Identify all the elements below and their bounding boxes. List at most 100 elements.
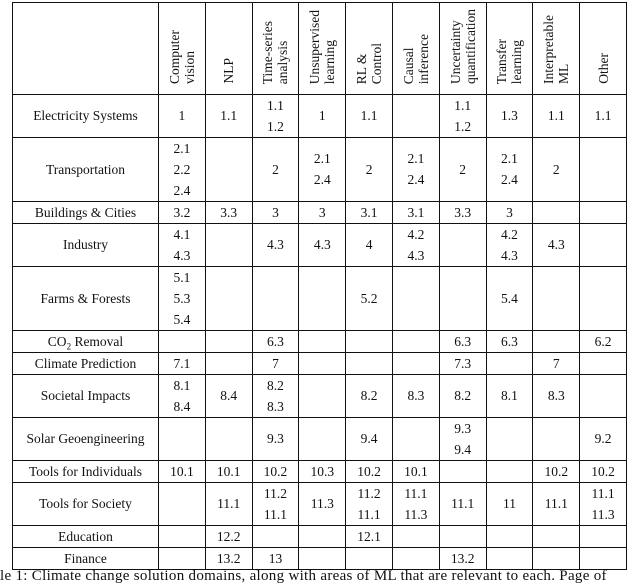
table-row: Climate Prediction 7.1 7 7.3 7 [12, 351, 627, 375]
section-ref-cell [345, 351, 393, 375]
section-ref-cell [438, 459, 487, 483]
section-ref-cell [298, 329, 347, 353]
section-ref-cell: 10.2 [532, 459, 581, 483]
column-header-label: RL & Control [354, 42, 385, 84]
section-ref: 13.2 [216, 550, 241, 566]
section-ref: 6.3 [454, 333, 472, 349]
section-ref-cell: 1.1 [204, 93, 253, 138]
section-ref: 7 [272, 355, 279, 371]
section-ref: 13 [268, 550, 283, 566]
section-ref-cell [485, 524, 534, 548]
section-ref-cell: 2 [345, 136, 393, 202]
section-ref-cell: 13.2 [438, 546, 487, 570]
section-ref-cell [532, 546, 581, 570]
section-ref-cell [579, 373, 627, 418]
section-ref-cell: 10.3 [298, 459, 347, 483]
section-ref-cell: 7.3 [438, 351, 487, 375]
section-ref: 2.1 [501, 151, 518, 167]
section-ref-cell: 7 [532, 351, 581, 375]
section-ref-cell: 7.1 [158, 351, 206, 375]
section-ref: 10.2 [544, 463, 569, 479]
section-ref-cell: 2 [438, 136, 487, 202]
table-row: Industry 4.1 4.3 4.3 4.3 4 4.2 4.3 4.2 4.3 4.3 [12, 222, 627, 267]
section-ref-cell: 9.4 [345, 416, 393, 461]
section-ref-cell: 4 [345, 222, 393, 267]
section-ref-cell: 6.3 [485, 329, 534, 353]
section-ref-cell [391, 93, 440, 138]
section-ref-cell [204, 136, 253, 202]
section-ref-cell [532, 524, 581, 548]
section-ref-cell: 2.1 2.4 [298, 136, 347, 202]
section-ref: 1 [178, 108, 186, 124]
section-ref: 8.3 [547, 388, 565, 404]
section-ref-cell: 11.3 [298, 481, 347, 526]
section-ref-cell [579, 524, 627, 548]
column-header-label: Unsupervised learning [307, 9, 338, 84]
section-ref-cell: 8.1 8.4 [158, 373, 206, 418]
table-row: Electricity Systems 1 1.1 1.1 1.2 1 1.1 1.1 1.2 1… [12, 93, 627, 138]
column-header-label: Computer vision [166, 29, 197, 84]
section-ref-cell [579, 222, 627, 267]
section-ref-cell [345, 546, 393, 570]
section-ref-cell: 11 [485, 481, 534, 526]
section-ref-cell: 1.1 1.2 [251, 93, 300, 138]
section-ref-cell: 10.1 [204, 459, 253, 483]
domain-label: Education [12, 524, 159, 548]
section-ref: 3.1 [407, 204, 425, 220]
section-ref: 11.1 [451, 496, 475, 512]
table-row: Farms & Forests 5.1 5.3 5.4 5.2 5.4 [12, 265, 627, 331]
section-ref-cell: 12.2 [204, 524, 253, 548]
section-ref: 11.1 [217, 496, 241, 512]
section-ref: 4.3 [547, 237, 565, 253]
section-ref-cell: 11.1 11.3 [579, 481, 627, 526]
section-ref-cell: 13 [251, 546, 300, 570]
section-ref-cell: 3 [485, 200, 534, 224]
section-ref-cell: 3.3 [204, 200, 253, 224]
section-ref: 2.1 [407, 151, 425, 167]
section-ref: 11 [502, 496, 516, 512]
section-ref-cell: 10.1 [391, 459, 440, 483]
section-ref: 12.1 [357, 528, 381, 544]
section-ref: 9.3 [454, 420, 472, 436]
section-ref: 12.2 [216, 528, 241, 544]
section-ref-cell: 10.2 [579, 459, 627, 483]
domain-label: CO2 Removal [12, 329, 159, 353]
section-ref: 9.4 [454, 441, 472, 457]
table-caption: le 1: Climate change solution domains, a… [0, 568, 607, 584]
section-ref-cell [438, 524, 487, 548]
domain-label: Tools for Society [12, 481, 159, 526]
section-ref-cell [579, 200, 627, 224]
section-ref: 2.4 [173, 182, 191, 198]
section-ref-cell [485, 459, 534, 483]
section-ref: 4.1 [173, 226, 191, 242]
section-ref-cell: 1.3 [485, 93, 534, 138]
section-ref-cell: 10.1 [158, 459, 206, 483]
column-header: Transfer learning [485, 2, 534, 95]
domain-label-rest: Removal [71, 333, 124, 349]
section-ref: 5.3 [173, 290, 191, 306]
section-ref: 7.3 [454, 355, 472, 371]
section-ref: 1.3 [501, 108, 518, 124]
section-ref-cell [158, 416, 206, 461]
column-header-label: Other [595, 53, 611, 84]
section-ref: 2 [459, 161, 467, 177]
section-ref-cell: 2.1 2.2 2.4 [158, 136, 206, 202]
section-ref-cell: 1 [158, 93, 206, 138]
section-ref-cell [251, 524, 300, 548]
column-header-label: Uncertainty quantification [447, 9, 478, 84]
column-header: Time-series analysis [251, 2, 300, 95]
section-ref: 7 [552, 355, 560, 371]
domain-label: Tools for Individuals [12, 459, 159, 483]
section-ref-cell: 4.3 [532, 222, 581, 267]
section-ref: 3.3 [220, 204, 238, 220]
section-ref-cell [485, 416, 534, 461]
section-ref: 2.2 [173, 161, 191, 177]
section-ref: 1.1 [594, 108, 612, 124]
section-ref-cell [485, 546, 534, 570]
section-ref-cell: 8.3 [391, 373, 440, 418]
section-ref: 2.4 [501, 172, 518, 188]
section-ref: 8.4 [220, 388, 238, 404]
section-ref: 3.1 [360, 204, 378, 220]
domain-label: Societal Impacts [12, 373, 159, 418]
section-ref-cell: 5.1 5.3 5.4 [158, 265, 206, 331]
